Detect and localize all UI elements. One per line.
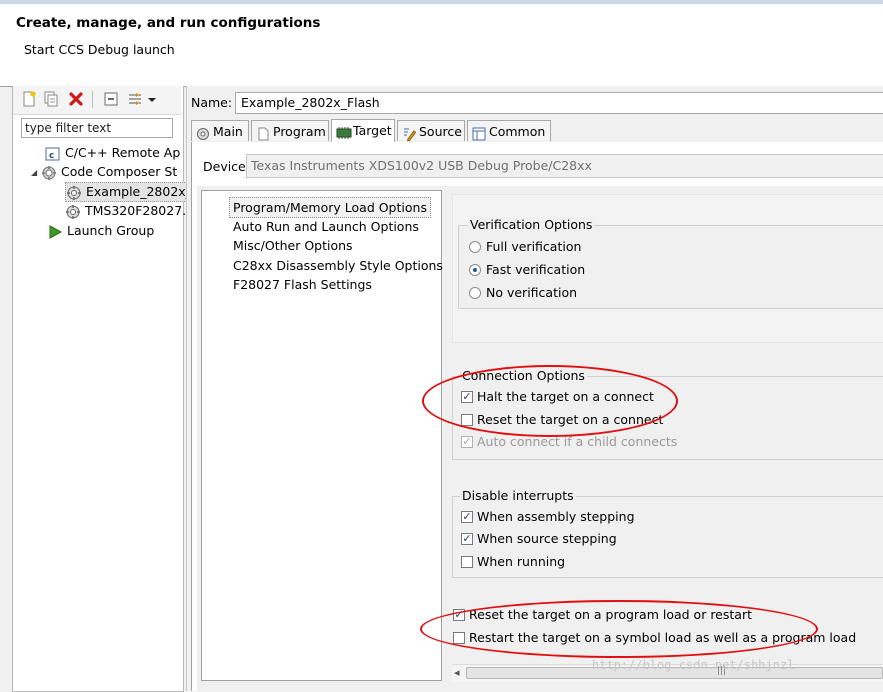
option-label: Restart the target on a symbol load as w… xyxy=(469,630,857,645)
option-category-list: Program/Memory Load Options Auto Run and… xyxy=(201,190,443,681)
option-label: Halt the target on a connect xyxy=(477,389,654,404)
tab-label: Main xyxy=(213,124,243,139)
checkbox[interactable] xyxy=(461,555,473,568)
auto-connect-checkbox: ✓ Auto connect if a child connects xyxy=(461,432,677,452)
category-auto-run-launch[interactable]: Auto Run and Launch Options xyxy=(230,217,422,236)
device-field: Texas Instruments XDS100v2 USB Debug Pro… xyxy=(246,154,883,178)
device-label: Device xyxy=(203,159,246,174)
category-flash-settings[interactable]: F28027 Flash Settings xyxy=(230,275,375,294)
program-tab-icon xyxy=(256,126,270,140)
c-app-icon: c xyxy=(45,146,61,162)
option-label: Reset the target on a connect xyxy=(477,412,664,427)
category-program-memory-load[interactable]: Program/Memory Load Options xyxy=(229,197,431,218)
tab-target[interactable]: Target xyxy=(331,119,395,142)
toolbar-separator xyxy=(92,91,93,108)
duplicate-icon[interactable] xyxy=(43,91,59,107)
checkbox[interactable] xyxy=(461,413,473,426)
ccs-icon xyxy=(41,165,57,181)
tree-item-code-composer-studio[interactable]: ◢ Code Composer St xyxy=(31,163,177,181)
tree-item-label: Example_2802x_ xyxy=(86,184,192,199)
connection-options-title: Connection Options xyxy=(460,368,587,383)
checkbox[interactable] xyxy=(453,631,465,644)
tree-item-launch-group[interactable]: Launch Group xyxy=(47,222,154,240)
new-config-icon[interactable] xyxy=(21,91,37,107)
option-label: When running xyxy=(477,554,566,569)
filter-input[interactable]: type filter text xyxy=(21,118,173,138)
tab-source[interactable]: Source xyxy=(397,120,465,142)
radio-button[interactable] xyxy=(469,263,481,276)
source-stepping-checkbox[interactable]: ✓ When source stepping xyxy=(461,529,617,549)
when-running-checkbox[interactable]: When running xyxy=(461,552,565,572)
full-verification-radio[interactable]: Full verification xyxy=(469,237,581,257)
common-tab-icon xyxy=(472,126,486,140)
watermark: http://blog.csdn.net/shhjnzl xyxy=(592,658,795,672)
tab-label: Program xyxy=(273,124,326,139)
collapse-all-icon[interactable] xyxy=(103,91,119,107)
tree-toolbar xyxy=(13,86,181,115)
tab-common[interactable]: Common xyxy=(467,120,551,141)
tab-label: Target xyxy=(353,123,392,138)
name-label: Name: xyxy=(191,95,233,110)
category-misc-other[interactable]: Misc/Other Options xyxy=(230,236,356,255)
tree-item-example-2802x[interactable]: Example_2802x_ xyxy=(65,182,195,202)
tree-item-label: Code Composer St xyxy=(61,164,178,179)
config-tab-bar: Main Program Target Source Common xyxy=(191,119,883,143)
no-verification-radio[interactable]: No verification xyxy=(469,283,577,303)
delete-icon[interactable] xyxy=(68,91,84,107)
main-tab-icon xyxy=(196,126,210,140)
category-disassembly-style[interactable]: C28xx Disassembly Style Options xyxy=(230,256,446,275)
tree-item-tms320f28027[interactable]: TMS320F28027. xyxy=(65,202,186,220)
tab-label: Common xyxy=(489,124,546,139)
dialog-subtitle: Start CCS Debug launch xyxy=(24,42,175,57)
tree-item-label: TMS320F28027. xyxy=(85,203,187,218)
svg-text:c: c xyxy=(49,151,54,161)
ccs-config-icon xyxy=(66,185,82,201)
config-name-input[interactable]: Example_2802x_Flash xyxy=(235,92,883,114)
radio-button[interactable] xyxy=(469,286,481,299)
checkbox[interactable]: ✓ xyxy=(461,390,473,403)
option-label: Full verification xyxy=(486,239,582,254)
tree-item-label: Launch Group xyxy=(67,223,155,238)
tab-program[interactable]: Program xyxy=(251,120,329,141)
tab-label: Source xyxy=(419,124,462,139)
tab-main[interactable]: Main xyxy=(191,120,249,141)
option-label: Reset the target on a program load or re… xyxy=(469,607,752,622)
expand-arrow-icon[interactable]: ◢ xyxy=(31,164,41,182)
dialog-title: Create, manage, and run configurations xyxy=(16,15,321,31)
dropdown-icon[interactable] xyxy=(147,91,157,107)
option-label: When assembly stepping xyxy=(477,509,635,524)
reset-on-connect-checkbox[interactable]: Reset the target on a connect xyxy=(461,410,663,430)
scroll-left-arrow-icon[interactable]: ◂ xyxy=(454,666,460,679)
checkbox: ✓ xyxy=(461,434,473,448)
assembly-stepping-checkbox[interactable]: ✓ When assembly stepping xyxy=(461,507,635,527)
option-label: Fast verification xyxy=(486,262,586,277)
filter-icon[interactable] xyxy=(127,91,143,107)
checkbox[interactable]: ✓ xyxy=(461,532,473,545)
source-tab-icon xyxy=(402,126,417,142)
radio-button[interactable] xyxy=(469,240,481,253)
launch-config-tree-panel: type filter text c C/C++ Remote Ap ◢ Cod… xyxy=(12,86,195,692)
tree-item-label: C/C++ Remote Ap xyxy=(65,145,181,160)
verification-title: Verification Options xyxy=(468,217,595,232)
target-tab-icon xyxy=(336,125,352,139)
halt-on-connect-checkbox[interactable]: ✓ Halt the target on a connect xyxy=(461,387,654,407)
option-label: Auto connect if a child connects xyxy=(477,434,678,449)
reset-on-program-load-checkbox[interactable]: ✓ Reset the target on a program load or r… xyxy=(453,605,752,625)
ccs-config-icon xyxy=(65,204,81,220)
launch-group-icon xyxy=(47,224,63,240)
window-top-border xyxy=(0,0,883,4)
checkbox[interactable]: ✓ xyxy=(453,608,465,621)
tree-item-c-remote-app[interactable]: c C/C++ Remote Ap xyxy=(45,144,180,162)
disable-interrupts-title: Disable interrupts xyxy=(460,488,576,503)
option-label: No verification xyxy=(486,285,578,300)
restart-on-symbol-load-checkbox[interactable]: Restart the target on a symbol load as w… xyxy=(453,628,856,648)
checkbox[interactable]: ✓ xyxy=(461,510,473,523)
option-label: When source stepping xyxy=(477,531,617,546)
fast-verification-radio[interactable]: Fast verification xyxy=(469,260,585,280)
